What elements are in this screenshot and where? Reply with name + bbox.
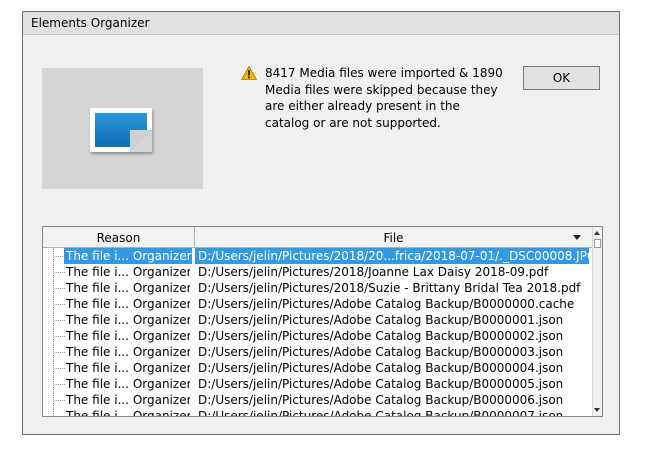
warning-icon (241, 66, 257, 80)
row-reason: The file i... Organizer (66, 377, 190, 391)
table-row[interactable]: The file i... Organizer D:/Users/jelin/Pi… (43, 408, 592, 417)
row-file-path: D:/Users/jelin/Pictures/2018/Suzie - Bri… (198, 281, 581, 295)
sort-descending-icon[interactable] (573, 235, 581, 240)
row-file-path: D:/Users/jelin/Pictures/Adobe Catalog Ba… (198, 377, 564, 391)
tree-line (53, 312, 66, 328)
scroll-up-icon[interactable] (594, 231, 600, 235)
table-body: The file i... Organizer D:/Users/jelin/Pi… (43, 248, 592, 417)
elements-organizer-dialog: Elements Organizer 8417 Media files were… (22, 11, 620, 435)
media-preview (42, 68, 203, 189)
row-file-path: D:/Users/jelin/Pictures/Adobe Catalog Ba… (198, 329, 564, 343)
row-reason: The file i... Organizer (66, 297, 190, 311)
table-row[interactable]: The file i... Organizer D:/Users/jelin/Pi… (43, 376, 592, 392)
table-row[interactable]: The file i... Organizer D:/Users/jelin/Pi… (43, 312, 592, 328)
table-row[interactable]: The file i... Organizer D:/Users/jelin/Pi… (43, 392, 592, 408)
tree-line (53, 360, 66, 376)
row-file-path: D:/Users/jelin/Pictures/2018/20...frica/… (195, 248, 589, 264)
table-row[interactable]: The file i... Organizer D:/Users/jelin/Pi… (43, 248, 592, 264)
row-reason: The file i... Organizer (64, 248, 192, 264)
scroll-thumb[interactable] (594, 239, 601, 248)
page-fold (130, 130, 152, 152)
table-row[interactable]: The file i... Organizer D:/Users/jelin/Pi… (43, 264, 592, 280)
media-preview-icon (90, 108, 152, 152)
row-file-path: D:/Users/jelin/Pictures/Adobe Catalog Ba… (198, 361, 564, 375)
table-row[interactable]: The file i... Organizer D:/Users/jelin/Pi… (43, 296, 592, 312)
tree-line (53, 408, 66, 416)
row-reason: The file i... Organizer (66, 393, 190, 407)
row-file-path: D:/Users/jelin/Pictures/Adobe Catalog Ba… (198, 409, 564, 417)
message-line: are either already present in the (265, 99, 460, 113)
row-file-path: D:/Users/jelin/Pictures/Adobe Catalog Ba… (198, 393, 564, 407)
row-file-path: D:/Users/jelin/Pictures/Adobe Catalog Ba… (198, 345, 564, 359)
tree-line (53, 376, 66, 392)
tree-line (53, 328, 66, 344)
column-header-file-label: File (383, 231, 404, 245)
row-reason: The file i... Organizer (66, 329, 190, 343)
tree-line (53, 392, 66, 408)
table-row[interactable]: The file i... Organizer D:/Users/jelin/Pi… (43, 280, 592, 296)
tree-line (53, 280, 66, 296)
table-header: Reason File (43, 227, 592, 248)
skipped-files-table[interactable]: Reason File The file i... Organizer D:/Us… (42, 226, 603, 417)
table-row[interactable]: The file i... Organizer D:/Users/jelin/Pi… (43, 328, 592, 344)
message-line: Media files were skipped because they (265, 82, 498, 97)
column-header-reason[interactable]: Reason (43, 227, 195, 247)
row-reason: The file i... Organizer (66, 345, 190, 359)
window-title: Elements Organizer (23, 12, 619, 35)
table-row[interactable]: The file i... Organizer D:/Users/jelin/Pi… (43, 344, 592, 360)
row-file-path: D:/Users/jelin/Pictures/2018/Joanne Lax … (198, 265, 549, 279)
scroll-down-icon[interactable] (594, 408, 600, 412)
tree-line (53, 344, 66, 360)
row-reason: The file i... Organizer (66, 409, 190, 417)
vertical-scrollbar[interactable] (592, 227, 602, 416)
tree-line (53, 264, 66, 280)
tree-line (53, 296, 66, 312)
row-reason: The file i... Organizer (66, 313, 190, 327)
ok-button[interactable]: OK (523, 66, 600, 90)
row-reason: The file i... Organizer (66, 361, 190, 375)
row-file-path: D:/Users/jelin/Pictures/Adobe Catalog Ba… (198, 313, 564, 327)
row-reason: The file i... Organizer (66, 281, 190, 295)
message-line: 8417 Media files were imported & 1890 (265, 66, 503, 80)
row-reason: The file i... Organizer (66, 265, 190, 279)
message-line: catalog or are not supported. (265, 115, 441, 130)
import-summary-message: 8417 Media files were imported & 1890 Me… (265, 65, 510, 131)
table-row[interactable]: The file i... Organizer D:/Users/jelin/Pi… (43, 360, 592, 376)
row-file-path: D:/Users/jelin/Pictures/Adobe Catalog Ba… (198, 297, 575, 311)
column-header-file[interactable]: File (195, 227, 592, 247)
